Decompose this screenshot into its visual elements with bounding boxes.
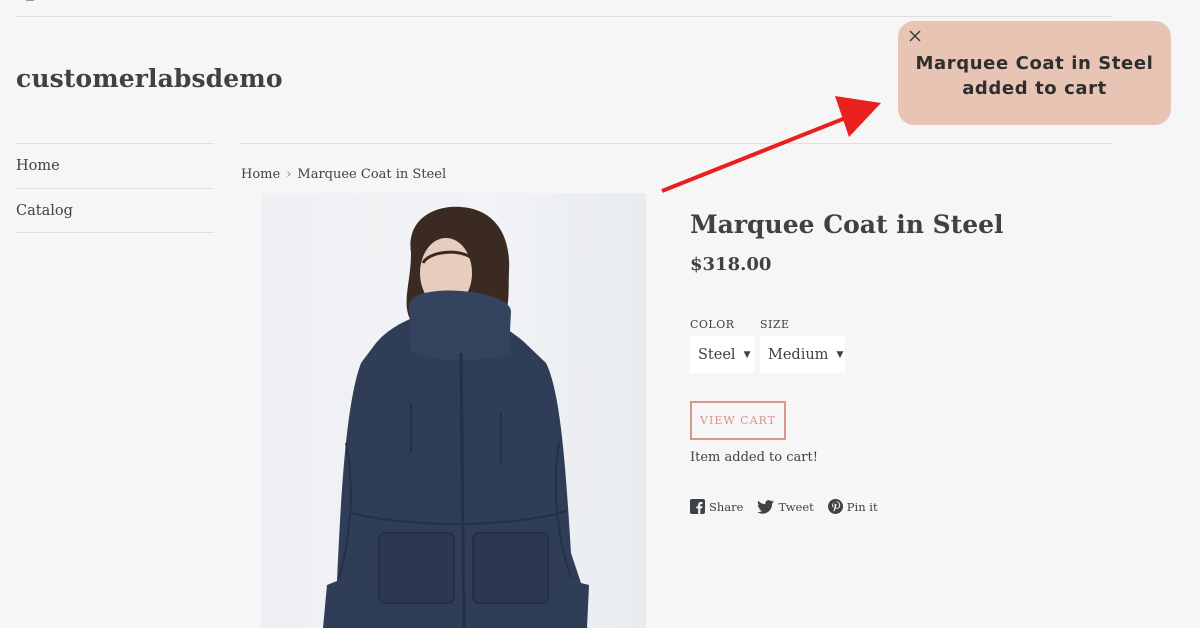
view-cart-button[interactable]: VIEW CART: [690, 401, 786, 440]
twitter-icon: [757, 499, 775, 514]
size-select-value: Medium: [768, 346, 829, 363]
main-divider: [241, 143, 1112, 144]
toast-line-1: Marquee Coat in Steel: [915, 53, 1154, 74]
sidebar-item-catalog[interactable]: Catalog: [16, 188, 214, 233]
tweet-label: Tweet: [778, 499, 814, 514]
facebook-icon: [690, 499, 705, 514]
pinterest-icon: [827, 499, 843, 514]
size-option-label: SIZE: [760, 318, 790, 331]
breadcrumb: Home › Marquee Coat in Steel: [241, 167, 446, 182]
color-option-label: COLOR: [690, 318, 735, 331]
share-twitter-link[interactable]: Tweet: [757, 499, 814, 514]
sidebar-nav: Home Catalog: [16, 143, 214, 233]
product-title: Marquee Coat in Steel: [690, 210, 1004, 239]
sidebar-item-home[interactable]: Home: [16, 143, 214, 188]
pin-label: Pin it: [846, 499, 878, 514]
top-edge-mark: [26, 0, 34, 1]
added-to-cart-toast: Marquee Coat in Steel added to cart: [898, 21, 1171, 125]
chevron-down-icon: ▼: [743, 349, 751, 360]
top-divider: [16, 16, 1112, 17]
color-select[interactable]: Steel ▼: [690, 336, 754, 373]
breadcrumb-current: Marquee Coat in Steel: [297, 167, 447, 182]
social-share-bar: Share Tweet Pin it: [690, 499, 878, 514]
site-title[interactable]: customerlabsdemo: [16, 64, 283, 93]
share-facebook-link[interactable]: Share: [690, 499, 743, 514]
share-label: Share: [709, 499, 744, 514]
added-to-cart-message: Item added to cart!: [690, 450, 818, 465]
toast-line-2: added to cart: [962, 78, 1107, 99]
product-price: $318.00: [690, 254, 772, 275]
size-select[interactable]: Medium ▼: [760, 336, 845, 373]
chevron-down-icon: ▼: [836, 349, 844, 360]
breadcrumb-separator: ›: [286, 167, 292, 182]
share-pinterest-link[interactable]: Pin it: [827, 499, 878, 514]
color-select-value: Steel: [698, 346, 736, 363]
breadcrumb-home-link[interactable]: Home: [241, 167, 280, 182]
product-image[interactable]: [261, 193, 646, 628]
toast-message: Marquee Coat in Steel added to cart: [898, 51, 1171, 101]
close-icon[interactable]: [908, 29, 922, 43]
product-photo-illustration: [323, 206, 589, 628]
